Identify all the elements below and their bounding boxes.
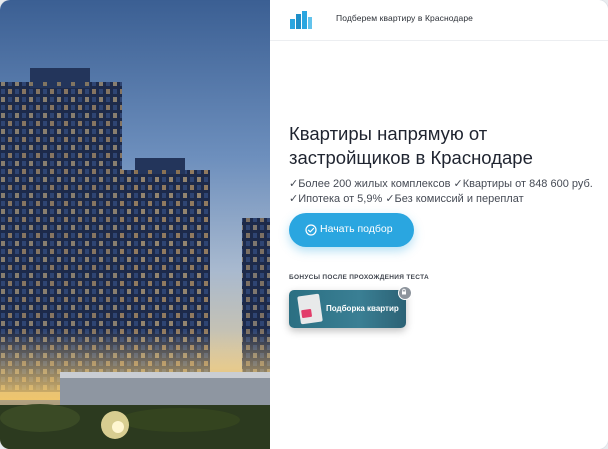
start-selection-label: Начать подбор [320,223,393,235]
page-frame: Подберем квартиру в Краснодаре Квартиры … [0,0,608,449]
apartment-selection-bonus-card[interactable]: Подборка квартир [289,290,406,328]
content-panel: Подберем квартиру в Краснодаре Квартиры … [270,0,608,449]
features-line-1: ✓Более 200 жилых комплексов ✓Квартиры от… [289,178,593,190]
header: Подберем квартиру в Краснодаре [270,0,608,41]
features-list: ✓Более 200 жилых комплексов ✓Квартиры от… [289,177,607,206]
bonus-section-title: БОНУСЫ ПОСЛЕ ПРОХОЖДЕНИЯ ТЕСТА [289,274,429,281]
hero-title-line-1: Квартиры напрямую от [289,123,488,144]
hero-title: Квартиры напрямую от застройщиков в Крас… [289,122,589,170]
header-title: Подберем квартиру в Краснодаре [336,13,473,23]
check-circle-icon [305,224,317,236]
features-line-2: ✓Ипотека от 5,9% ✓Без комиссий и перепла… [289,192,524,205]
towers-illustration [0,68,270,449]
hero-title-line-2: застройщиков в Краснодаре [289,147,533,168]
lock-glyph [401,288,406,294]
lock-icon [398,286,412,300]
start-selection-button[interactable]: Начать подбор [289,213,414,247]
bonus-card-label: Подборка квартир [326,304,399,313]
building-logo-icon[interactable] [290,11,312,29]
booklet-icon [297,293,323,325]
residential-towers-photo [0,0,270,449]
